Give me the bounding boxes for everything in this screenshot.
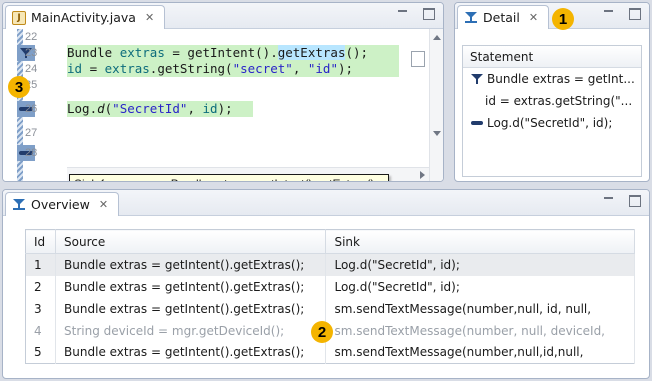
cell-source: Bundle extras = getIntent().getExtras(); (55, 341, 327, 364)
tab-title: Detail (483, 10, 520, 25)
cell-id: 1 (25, 253, 57, 276)
editor-tabbar: J MainActivity.java ✕ (3, 3, 443, 29)
code-line: 28 (3, 145, 423, 161)
flow-icon (465, 12, 477, 23)
column-header-id[interactable]: Id (25, 229, 57, 254)
cell-source: Bundle extras = getIntent().getExtras(); (55, 297, 327, 320)
detail-view: Detail ✕ Statement Bundle extras = getIn… (454, 2, 650, 182)
overview-tabbar: Overview ✕ (3, 190, 649, 216)
cell-id: 2 (25, 275, 57, 298)
tab-overview[interactable]: Overview ✕ (5, 192, 120, 216)
code-line: 22 (3, 29, 423, 45)
list-item[interactable]: Bundle extras = getInt... (463, 68, 641, 90)
table-row[interactable]: 2 Bundle extras = getIntent().getExtras(… (25, 275, 635, 298)
minimize-icon[interactable] (397, 8, 409, 20)
cell-id: 4 (25, 319, 57, 342)
code-line: 24 id = extras.getString("secret", "id")… (3, 61, 423, 77)
cell-source: String deviceId = mgr.getDeviceId(); (55, 319, 327, 342)
overview-view: Overview ✕ Id Source Sink 1 Bundle extra… (2, 189, 650, 379)
statement-table: Statement Bundle extras = getInt... id =… (462, 45, 642, 177)
cell-sink: sm.sendTextMessage(number, null, deviceI… (325, 319, 635, 342)
cell-id: 5 (25, 341, 57, 364)
tab-title: MainActivity.java (31, 10, 136, 25)
sink-icon (471, 121, 483, 125)
maximize-icon[interactable] (629, 195, 641, 207)
column-header-statement[interactable]: Statement (463, 46, 641, 68)
table-row[interactable]: 1 Bundle extras = getIntent().getExtras(… (25, 253, 635, 276)
scroll-up-icon[interactable] (433, 35, 441, 40)
close-icon[interactable]: ✕ (99, 198, 108, 211)
vertical-scrollbar[interactable] (429, 29, 443, 181)
code-line: 23 Bundle extras = getIntent().getExtras… (3, 45, 423, 61)
cell-sink: Log.d("SecretId", id); (325, 253, 635, 276)
callout-2: 2 (311, 321, 333, 343)
cell-sink: sm.sendTextMessage(number,null, id, null… (325, 297, 635, 320)
code-line: 26 Log.d("SecretId", id); (3, 101, 423, 117)
code-text: Bundle extras = getIntent().getExtras(); (67, 45, 399, 61)
table-header-row: Id Source Sink (25, 229, 635, 254)
overview-ruler-marker[interactable] (411, 51, 425, 67)
flow-icon (13, 199, 25, 210)
code-line: 25 (3, 77, 423, 93)
scroll-down-icon[interactable] (433, 131, 441, 136)
line-number: 23 (25, 47, 38, 59)
tab-mainactivity-java[interactable]: J MainActivity.java ✕ (5, 5, 166, 29)
cell-id: 3 (25, 297, 57, 320)
tab-detail[interactable]: Detail ✕ (457, 5, 550, 29)
line-number: 26 (25, 103, 38, 115)
maximize-icon[interactable] (629, 8, 641, 20)
code-text: id = extras.getString("secret", "id"); (67, 61, 399, 77)
flows-table: Id Source Sink 1 Bundle extras = getInte… (25, 229, 635, 364)
cell-source: Bundle extras = getIntent().getExtras(); (55, 275, 327, 298)
sink-tooltip: Sink from source: Bundle extras = getInt… (69, 174, 389, 181)
table-row[interactable]: 3 Bundle extras = getIntent().getExtras(… (25, 297, 635, 320)
close-icon[interactable]: ✕ (145, 11, 154, 24)
statement-text: id = extras.getString("... (485, 94, 633, 108)
minimize-icon[interactable] (603, 195, 615, 207)
maximize-icon[interactable] (423, 8, 435, 20)
scroll-right-icon[interactable] (420, 171, 425, 179)
cell-source: Bundle extras = getIntent().getExtras(); (55, 253, 327, 276)
column-header-source[interactable]: Source (55, 229, 327, 254)
source-funnel-icon (471, 73, 483, 84)
code-editor[interactable]: 22 23 Bundle extras = getIntent().getExt… (3, 29, 443, 181)
callout-1: 1 (552, 8, 574, 30)
cell-sink: Log.d("SecretId", id); (325, 275, 635, 298)
list-item[interactable]: Log.d("SecretId", id); (463, 112, 641, 134)
line-number: 28 (25, 147, 38, 159)
tab-title: Overview (31, 197, 90, 212)
code-line: 27 (3, 125, 423, 141)
table-row[interactable]: 5 Bundle extras = getIntent().getExtras(… (25, 341, 635, 364)
line-number: 27 (25, 127, 38, 139)
editor-view: J MainActivity.java ✕ 22 23 Bundle extra… (2, 2, 444, 182)
overview-content: Id Source Sink 1 Bundle extras = getInte… (3, 216, 649, 378)
column-header-sink[interactable]: Sink (325, 229, 635, 254)
statement-text: Bundle extras = getInt... (487, 72, 635, 86)
detail-content: Statement Bundle extras = getInt... id =… (455, 29, 649, 181)
cell-sink: sm.sendTextMessage(number,null,id,null, (325, 341, 635, 364)
java-file-icon: J (12, 10, 26, 25)
code-text: Log.d("SecretId", id); (67, 101, 253, 117)
minimize-icon[interactable] (603, 8, 615, 20)
close-icon[interactable]: ✕ (529, 11, 538, 24)
statement-text: Log.d("SecretId", id); (487, 116, 613, 130)
line-number: 24 (25, 63, 38, 75)
callout-3: 3 (8, 76, 30, 98)
line-number: 22 (25, 31, 38, 43)
list-item[interactable]: id = extras.getString("... (463, 90, 641, 112)
